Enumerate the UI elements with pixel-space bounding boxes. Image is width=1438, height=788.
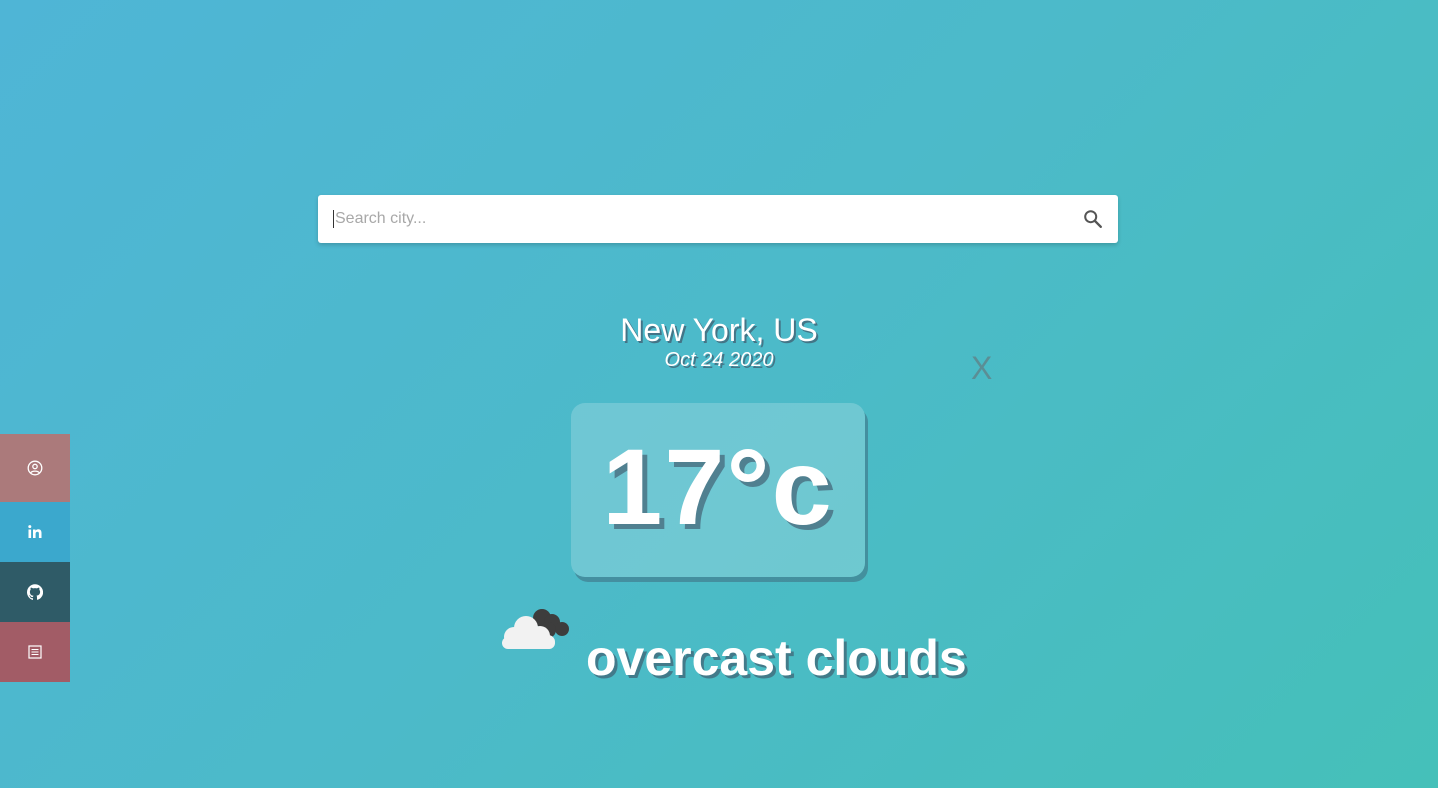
social-item-linkedin[interactable] <box>0 502 70 562</box>
search-icon[interactable] <box>1082 208 1104 230</box>
github-icon <box>27 584 43 600</box>
overcast-clouds-icon <box>500 604 572 652</box>
weather-description: overcast clouds <box>586 630 967 686</box>
close-button[interactable]: X <box>971 350 992 387</box>
social-item-resume[interactable] <box>0 622 70 682</box>
date-label: Oct 24 2020 <box>664 349 774 371</box>
linkedin-icon <box>27 524 43 540</box>
search-bar <box>318 195 1118 243</box>
social-item-github[interactable] <box>0 562 70 622</box>
social-item-profile[interactable] <box>0 434 70 502</box>
social-sidebar <box>0 434 70 682</box>
temperature-value: 17°c <box>602 426 834 547</box>
location-title: New York, US <box>620 312 818 348</box>
text-cursor <box>333 210 334 228</box>
temperature-card: 17°c <box>571 403 865 577</box>
user-circle-icon <box>27 460 43 476</box>
document-icon <box>28 645 42 659</box>
search-input[interactable] <box>318 195 1058 243</box>
